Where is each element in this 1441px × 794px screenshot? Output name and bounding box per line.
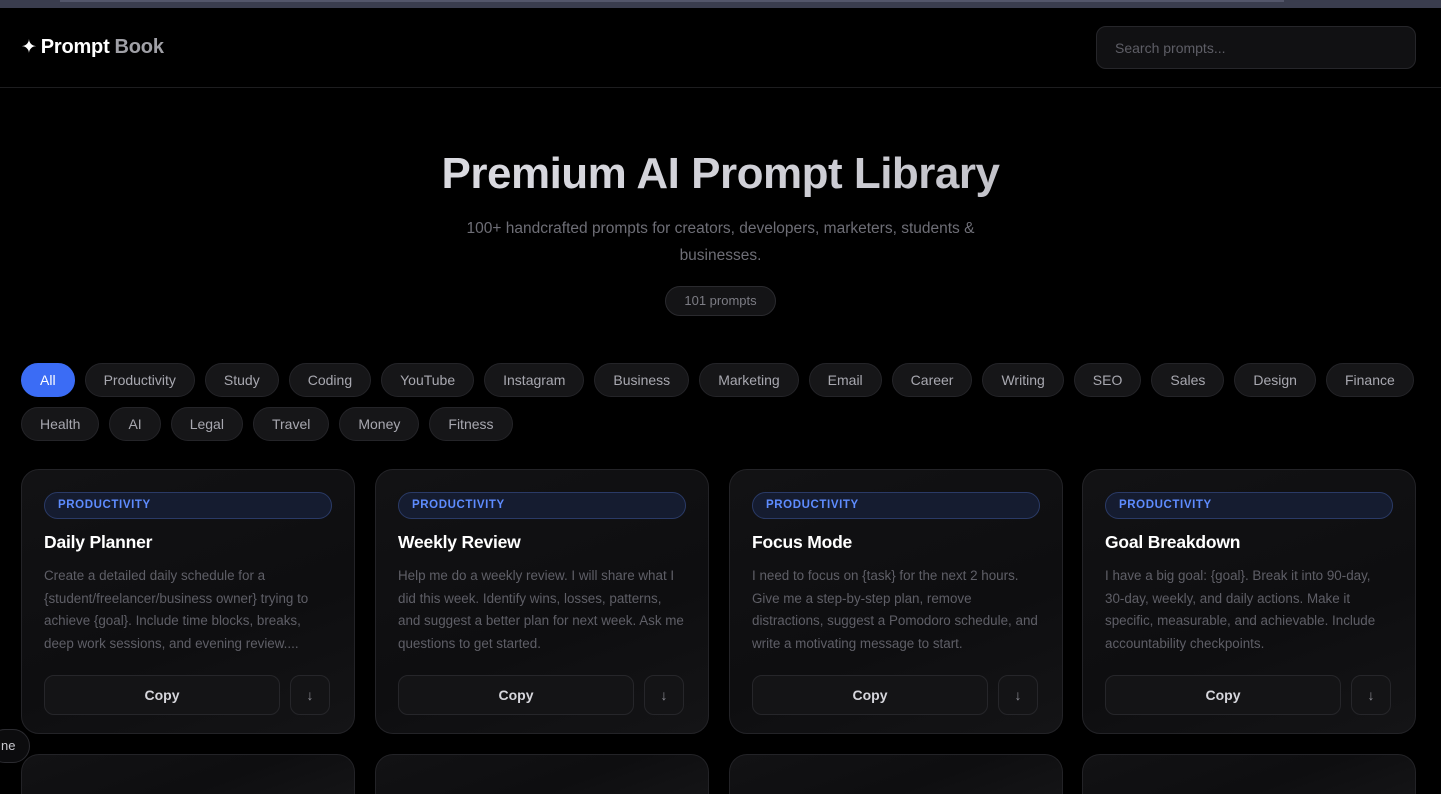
filter-chip-travel[interactable]: Travel	[252, 407, 330, 441]
search-input[interactable]	[1096, 26, 1416, 69]
prompt-card: PRODUCTIVITY Daily Planner Create a deta…	[21, 469, 355, 734]
category-badge: PRODUCTIVITY	[44, 492, 332, 519]
card-title: Daily Planner	[44, 532, 153, 552]
card-title: Focus Mode	[752, 532, 853, 552]
filter-chip-sales[interactable]: Sales	[1151, 363, 1225, 397]
filter-chip-coding[interactable]: Coding	[288, 363, 372, 397]
arrow-down-icon: ↓	[1367, 687, 1375, 703]
filter-chip-email[interactable]: Email	[808, 363, 882, 397]
logo[interactable]: ✦ Prompt Book	[21, 36, 164, 59]
filter-chip-design[interactable]: Design	[1234, 363, 1316, 397]
filter-chip-youtube[interactable]: YouTube	[381, 363, 475, 397]
download-button[interactable]: ↓	[644, 675, 684, 715]
filter-chip-instagram[interactable]: Instagram	[484, 363, 585, 397]
card-actions: Copy ↓	[1105, 675, 1393, 715]
filter-chip-finance[interactable]: Finance	[1325, 363, 1414, 397]
logo-word-book: Book	[114, 36, 164, 58]
logo-word-prompt: Prompt	[40, 36, 110, 58]
copy-button[interactable]: Copy	[1105, 675, 1341, 715]
card-description: Create a detailed daily schedule for a {…	[44, 568, 309, 652]
prompt-card-partial	[21, 754, 355, 794]
filter-chip-fitness[interactable]: Fitness	[429, 407, 513, 441]
filter-chip-seo[interactable]: SEO	[1073, 363, 1142, 397]
category-badge: PRODUCTIVITY	[398, 492, 686, 519]
card-description: Help me do a weekly review. I will share…	[398, 568, 684, 652]
prompt-card-partial	[375, 754, 709, 794]
filter-chip-career[interactable]: Career	[891, 363, 973, 397]
category-badge: PRODUCTIVITY	[752, 492, 1040, 519]
filter-chip-productivity[interactable]: Productivity	[84, 363, 195, 397]
filter-chip-ai[interactable]: AI	[109, 407, 161, 441]
browser-top-strip	[0, 0, 1441, 8]
filter-chip-health[interactable]: Health	[21, 407, 100, 441]
filter-row-1: All Productivity Study Coding YouTube Instagr…	[21, 363, 1421, 397]
download-button[interactable]: ↓	[998, 675, 1038, 715]
copy-button[interactable]: Copy	[752, 675, 988, 715]
card-actions: Copy ↓	[752, 675, 1040, 715]
card-title: Goal Breakdown	[1105, 532, 1241, 552]
prompt-card: PRODUCTIVITY Focus Mode I need to focus …	[729, 469, 1063, 734]
prompt-card: PRODUCTIVITY Goal Breakdown I have a big…	[1082, 469, 1416, 734]
filter-chip-legal[interactable]: Legal	[170, 407, 243, 441]
sparkle-icon: ✦	[21, 37, 37, 58]
card-title: Weekly Review	[398, 532, 521, 552]
prompt-card-partial	[1082, 754, 1416, 794]
arrow-down-icon: ↓	[1014, 687, 1022, 703]
filter-chip-money[interactable]: Money	[339, 407, 420, 441]
hero-section: Premium AI Prompt Library 100+ handcraft…	[0, 150, 1441, 316]
prompt-count-badge: 101 prompts	[665, 286, 776, 316]
prompt-card: PRODUCTIVITY Weekly Review Help me do a …	[375, 469, 709, 734]
card-description: I have a big goal: {goal}. Break it into…	[1105, 568, 1376, 652]
site-header: ✦ Prompt Book	[0, 8, 1441, 88]
prompt-card-partial	[729, 754, 1063, 794]
filter-chip-writing[interactable]: Writing	[982, 363, 1064, 397]
filter-chip-marketing[interactable]: Marketing	[699, 363, 799, 397]
page-title: Premium AI Prompt Library	[0, 150, 1441, 198]
arrow-down-icon: ↓	[660, 687, 668, 703]
download-button[interactable]: ↓	[290, 675, 330, 715]
card-actions: Copy ↓	[398, 675, 686, 715]
card-description: I need to focus on {task} for the next 2…	[752, 568, 1038, 652]
copy-button[interactable]: Copy	[44, 675, 280, 715]
page-subtitle: 100+ handcrafted prompts for creators, d…	[466, 220, 975, 264]
card-actions: Copy ↓	[44, 675, 332, 715]
filter-row-2: Health AI Legal Travel Money Fitness	[21, 407, 1421, 441]
category-badge: PRODUCTIVITY	[1105, 492, 1393, 519]
filter-chip-business[interactable]: Business	[594, 363, 690, 397]
arrow-down-icon: ↓	[306, 687, 314, 703]
category-filters: All Productivity Study Coding YouTube Instagr…	[21, 363, 1421, 451]
download-button[interactable]: ↓	[1351, 675, 1391, 715]
filter-chip-study[interactable]: Study	[204, 363, 279, 397]
copy-button[interactable]: Copy	[398, 675, 634, 715]
filter-chip-all[interactable]: All	[21, 363, 75, 397]
